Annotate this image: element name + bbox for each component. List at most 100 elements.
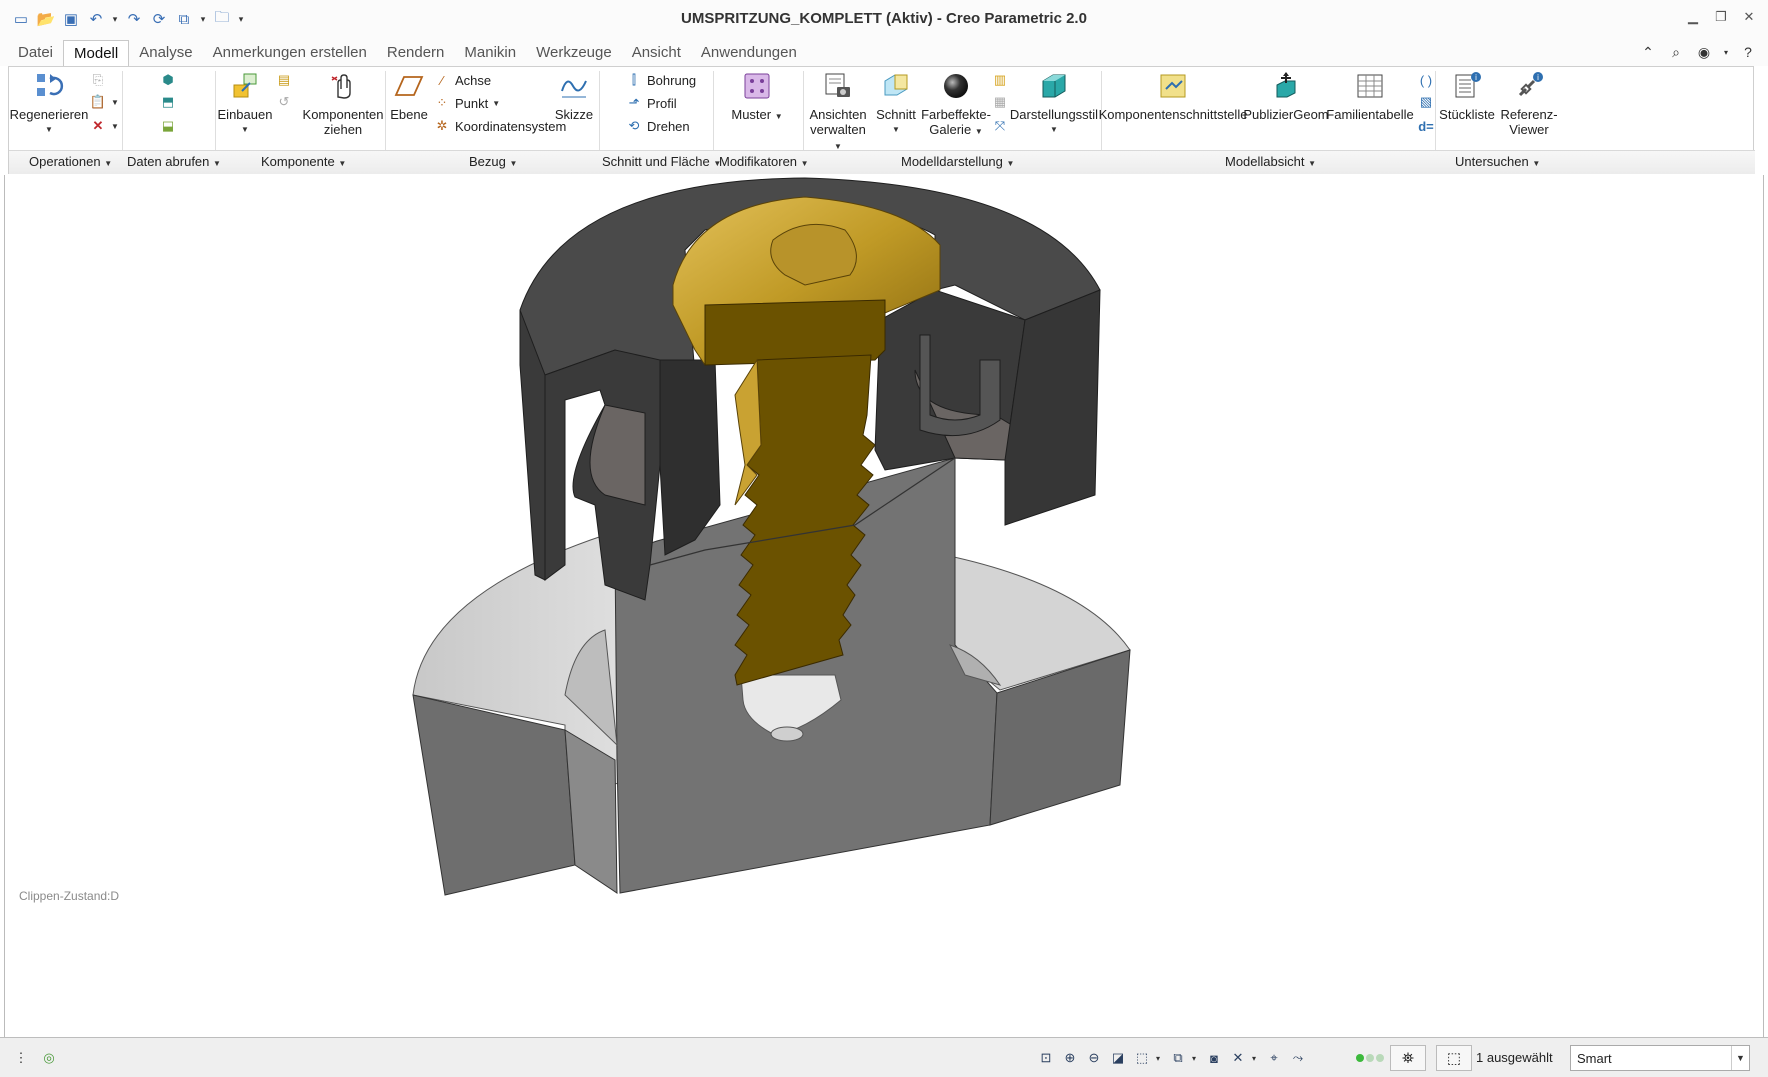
drag-components-button[interactable]: Komponenten ziehen — [303, 69, 383, 137]
group-modifikatoren[interactable]: Modifikatoren ▼ — [719, 154, 809, 169]
community-icon[interactable]: ◉ — [1694, 42, 1714, 62]
point-button[interactable]: ⁘ Punkt ▼ — [433, 92, 501, 114]
regenerate-quick-icon[interactable]: ⟳ — [148, 8, 170, 30]
model-tree-toggle-icon[interactable]: ⋮ — [10, 1047, 32, 1069]
datum-display-icon[interactable]: ✕ — [1228, 1047, 1248, 1069]
revolve-button[interactable]: ⟲ Drehen — [625, 115, 690, 137]
section-button[interactable]: Schnitt ▼ — [873, 69, 919, 137]
component-interface-button[interactable]: Komponentenschnittstelle — [1099, 69, 1247, 122]
undo-dropdown-icon[interactable]: ▾ — [110, 8, 120, 30]
pattern-button[interactable]: Muster ▼ — [725, 69, 789, 124]
regenerate-button[interactable]: Regenerieren ▼ — [10, 69, 88, 137]
view-tool-button-3[interactable]: ⤧ — [991, 115, 1009, 137]
appearance-gallery-dropdown-icon[interactable]: ▼ — [975, 127, 983, 136]
minimize-ribbon-icon[interactable]: ⌃ — [1638, 42, 1658, 62]
group-modellabsicht[interactable]: Modellabsicht ▼ — [1225, 154, 1316, 169]
view-tool-button-2[interactable]: ▦ — [991, 91, 1009, 113]
chevron-down-icon[interactable]: ▼ — [1731, 1046, 1749, 1070]
saved-orientations-icon[interactable]: ⬚ — [1132, 1047, 1152, 1069]
open-file-icon[interactable]: 📂 — [35, 8, 57, 30]
browser-toggle-icon[interactable]: ◎ — [38, 1047, 60, 1069]
group-daten-abrufen[interactable]: Daten abrufen ▼ — [127, 154, 221, 169]
tab-anmerkungen[interactable]: Anmerkungen erstellen — [203, 40, 377, 66]
new-file-icon[interactable]: ▭ — [10, 8, 32, 30]
profile-button[interactable]: ⬏ Profil — [625, 92, 677, 114]
group-bezug[interactable]: Bezug ▼ — [469, 154, 517, 169]
spin-center-icon[interactable]: ⌖ — [1264, 1047, 1284, 1069]
community-dropdown-icon[interactable]: ▾ — [1722, 42, 1730, 62]
section-dropdown-icon[interactable]: ▼ — [892, 122, 900, 137]
tab-werkzeuge[interactable]: Werkzeuge — [526, 40, 622, 66]
tab-anwendungen[interactable]: Anwendungen — [691, 40, 807, 66]
tab-manikin[interactable]: Manikin — [454, 40, 526, 66]
pattern-dropdown-icon[interactable]: ▼ — [775, 112, 783, 121]
display-style-button[interactable]: Darstellungsstil ▼ — [1009, 69, 1099, 137]
zoom-out-icon[interactable]: ⊖ — [1084, 1047, 1104, 1069]
group-schnitt-flaeche[interactable]: Schnitt und Fläche ▼ — [602, 154, 721, 169]
sketch-button[interactable]: Skizze — [551, 69, 597, 122]
paste-dropdown-icon[interactable]: ▼ — [111, 98, 119, 107]
relations-button[interactable]: ( ) — [1417, 69, 1435, 91]
close-icon[interactable]: ✕ — [1738, 6, 1760, 28]
copy-button[interactable]: ⎘ — [89, 69, 107, 91]
selection-mode-button[interactable]: ⬚ — [1436, 1045, 1472, 1071]
group-operationen[interactable]: Operationen ▼ — [29, 154, 112, 169]
tab-modell[interactable]: Modell — [63, 40, 130, 66]
view-tool-button-1[interactable]: ▥ — [991, 69, 1009, 91]
help-icon[interactable]: ? — [1738, 42, 1758, 62]
windows-icon[interactable]: ⧉ — [173, 8, 195, 30]
bom-button[interactable]: i Stückliste — [1437, 69, 1497, 122]
publish-geom-button[interactable]: PublizierGeom — [1243, 69, 1329, 122]
point-dropdown-icon[interactable]: ▼ — [492, 99, 500, 108]
datum-display-dropdown-icon[interactable]: ▾ — [1252, 1054, 1260, 1063]
group-untersuchen[interactable]: Untersuchen ▼ — [1455, 154, 1540, 169]
selection-filter-select[interactable]: Smart ▼ — [1570, 1045, 1750, 1071]
find-button[interactable]: ⛯ — [1390, 1045, 1426, 1071]
data-get-button-1[interactable]: ⬢ — [159, 69, 177, 91]
close-window-icon[interactable]: 🗀 — [211, 8, 233, 30]
delete-dropdown-icon[interactable]: ▼ — [111, 122, 119, 131]
windows-dropdown-icon[interactable]: ▾ — [198, 8, 208, 30]
display-style-dropdown-icon[interactable]: ▼ — [1050, 122, 1058, 137]
zoom-in-icon[interactable]: ⊕ — [1060, 1047, 1080, 1069]
tab-ansicht[interactable]: Ansicht — [622, 40, 691, 66]
repaint-icon[interactable]: ◪ — [1108, 1047, 1128, 1069]
axis-button[interactable]: ⁄ Achse — [433, 69, 491, 91]
parameters-button[interactable]: ▧ — [1417, 91, 1435, 113]
minimize-icon[interactable]: ▁ — [1682, 6, 1704, 28]
data-get-button-3[interactable]: ⬓ — [159, 115, 177, 137]
csys-button[interactable]: ✲ Koordinatensystem — [433, 115, 567, 137]
group-komponente[interactable]: Komponente ▼ — [261, 154, 346, 169]
reference-viewer-button[interactable]: i Referenz- Viewer — [1497, 69, 1561, 137]
family-table-button[interactable]: Familientabelle — [1326, 69, 1414, 122]
data-get-button-2[interactable]: ⬒ — [159, 91, 177, 113]
undo-icon[interactable]: ↶ — [85, 8, 107, 30]
hole-button[interactable]: ⫿ Bohrung — [625, 69, 696, 91]
tab-rendern[interactable]: Rendern — [377, 40, 455, 66]
tab-datei[interactable]: Datei — [8, 40, 63, 66]
annotation-display-icon[interactable]: ⤳ — [1288, 1047, 1308, 1069]
paste-button[interactable]: 📋 ▼ — [89, 91, 119, 113]
create-component-button[interactable]: ▤ — [275, 69, 293, 91]
redo-icon[interactable]: ↷ — [123, 8, 145, 30]
group-modelldarstellung[interactable]: Modelldarstellung ▼ — [901, 154, 1014, 169]
assemble-dropdown-icon[interactable]: ▼ — [241, 122, 249, 137]
tab-analyse[interactable]: Analyse — [129, 40, 202, 66]
appearance-gallery-button[interactable]: Farbeffekte- Galerie ▼ — [921, 69, 991, 139]
d-equals-button[interactable]: d= — [1417, 115, 1435, 137]
display-style-status-icon[interactable]: ◙ — [1204, 1047, 1224, 1069]
repeat-button[interactable]: ↺ — [275, 91, 293, 113]
plane-button[interactable]: Ebene — [387, 69, 431, 122]
graphics-window[interactable]: Clippen-Zustand:D — [4, 175, 1764, 1037]
maximize-icon[interactable]: ❐ — [1710, 6, 1732, 28]
model-view[interactable] — [5, 175, 1765, 1037]
saved-orientations-dropdown-icon[interactable]: ▾ — [1156, 1054, 1164, 1063]
search-icon[interactable]: ⌕ — [1666, 42, 1686, 62]
assemble-button[interactable]: Einbauen ▼ — [217, 69, 273, 137]
view-manager-dropdown-icon[interactable]: ▾ — [1192, 1054, 1200, 1063]
refit-icon[interactable]: ⊡ — [1036, 1047, 1056, 1069]
manage-views-button[interactable]: Ansichten verwalten ▼ — [805, 69, 871, 154]
save-icon[interactable]: ▣ — [60, 8, 82, 30]
qat-customize-icon[interactable]: ▾ — [236, 8, 246, 30]
view-manager-icon[interactable]: ⧉ — [1168, 1047, 1188, 1069]
